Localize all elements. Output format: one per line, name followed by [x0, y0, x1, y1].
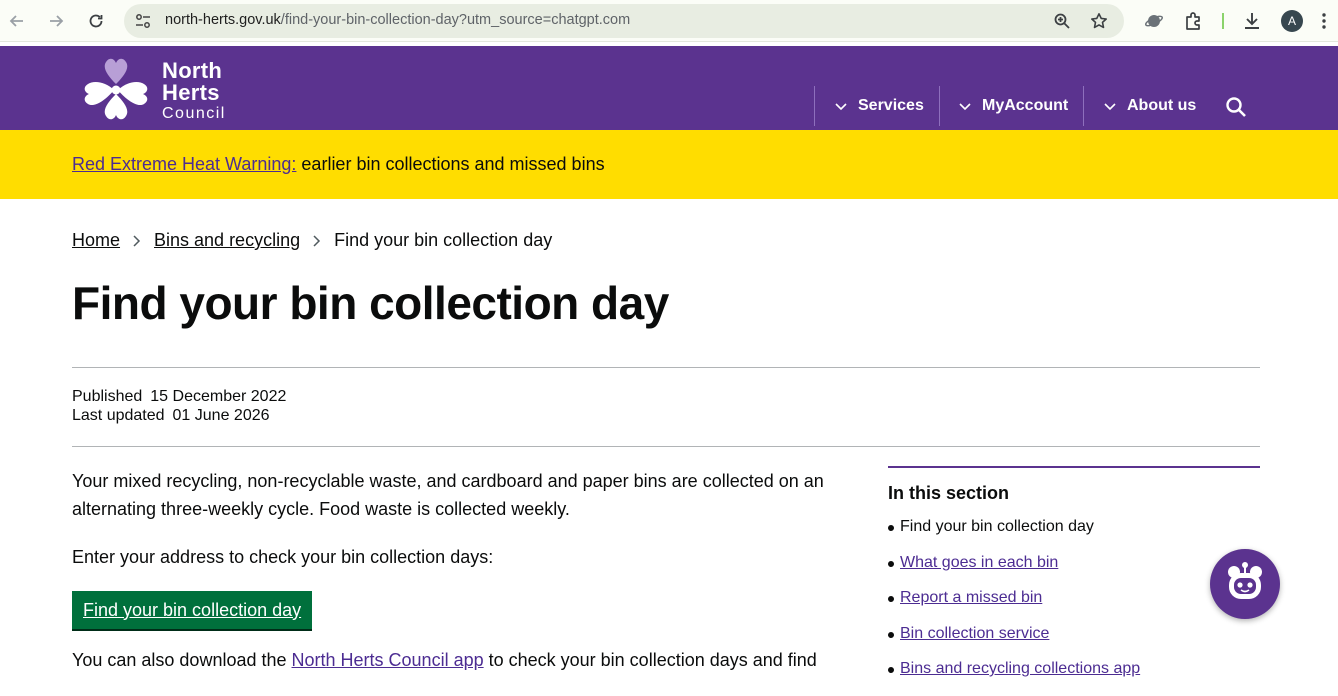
- chevron-down-icon: [1104, 103, 1116, 111]
- app-text-after: to check your bin collection days and fi…: [483, 650, 817, 670]
- breadcrumb: Home Bins and recycling Find your bin co…: [72, 230, 552, 251]
- logo-line-herts: Herts: [162, 80, 220, 105]
- side-section-list: Find your bin collection day What goes i…: [888, 518, 1140, 696]
- breadcrumb-home[interactable]: Home: [72, 230, 120, 251]
- app-text-before: You can also download the: [72, 650, 292, 670]
- zoom-icon[interactable]: [1053, 12, 1071, 30]
- nav-divider: [1083, 86, 1084, 126]
- published-info: Published 15 December 2022: [72, 388, 286, 406]
- alert-text: earlier bin collections and missed bins: [296, 154, 605, 174]
- bullet: [888, 631, 894, 638]
- side-item: Report a missed bin: [888, 589, 1140, 625]
- nav-about-us-label: About us: [1127, 97, 1197, 114]
- back-icon[interactable]: [5, 9, 29, 33]
- search-icon[interactable]: [1225, 96, 1247, 118]
- updated-date: 01 June 2026: [172, 407, 270, 424]
- logo-wordmark: North Herts Council: [162, 60, 226, 123]
- forward-icon[interactable]: [44, 9, 68, 33]
- bullet: [888, 596, 894, 602]
- url-host: north-herts.gov.uk: [165, 12, 281, 28]
- published-date: 15 December 2022: [150, 388, 287, 405]
- address-bar[interactable]: north-herts.gov.uk/find-your-bin-collect…: [124, 4, 1124, 38]
- profile-avatar[interactable]: A: [1281, 10, 1303, 32]
- alert-banner: Red Extreme Heat Warning: earlier bin co…: [0, 130, 1338, 199]
- nav-services-label: Services: [858, 97, 924, 114]
- url-text[interactable]: north-herts.gov.uk/find-your-bin-collect…: [165, 12, 630, 28]
- side-link-collections-app[interactable]: Bins and recycling collections app: [900, 660, 1140, 678]
- updated-info: Last updated 01 June 2026: [72, 407, 270, 425]
- address-prompt: Enter your address to check your bin col…: [72, 547, 494, 567]
- chevron-right-icon: [313, 234, 321, 247]
- extension-planet-icon[interactable]: [1144, 11, 1164, 31]
- url-path: /find-your-bin-collection-day?utm_source…: [280, 12, 631, 28]
- chevron-down-icon: [835, 103, 847, 111]
- avatar-letter: A: [1287, 14, 1296, 28]
- download-icon[interactable]: [1242, 11, 1262, 31]
- site-info-icon[interactable]: [134, 12, 152, 30]
- side-link-report-missed-bin[interactable]: Report a missed bin: [900, 589, 1042, 607]
- updated-label: Last updated: [72, 407, 165, 424]
- side-link-what-goes-in-each-bin[interactable]: What goes in each bin: [900, 554, 1058, 572]
- bullet: [888, 525, 894, 531]
- nav-services[interactable]: Services: [834, 86, 924, 126]
- breadcrumb-bins-recycling[interactable]: Bins and recycling: [154, 230, 300, 251]
- side-section-rule: [888, 466, 1260, 468]
- find-bin-day-button[interactable]: Find your bin collection day: [72, 591, 313, 629]
- reload-icon[interactable]: [84, 9, 108, 33]
- divider: [72, 446, 1260, 447]
- alert-message: Red Extreme Heat Warning: earlier bin co…: [72, 154, 605, 175]
- side-item-current: Find your bin collection day: [888, 518, 1140, 554]
- bullet: [888, 560, 894, 567]
- nav-myaccount-label: MyAccount: [982, 97, 1069, 114]
- site-header: North Herts Council Services MyAccount A…: [0, 46, 1338, 130]
- side-link-bin-collection-service[interactable]: Bin collection service: [900, 625, 1049, 643]
- bullet: [888, 667, 894, 673]
- breadcrumb-current: Find your bin collection day: [334, 230, 553, 250]
- browser-menu-icon[interactable]: [1322, 12, 1326, 30]
- side-item-current-label: Find your bin collection day: [900, 518, 1094, 535]
- app-paragraph: You can also download the North Herts Co…: [72, 646, 862, 674]
- clover-logo-icon: [84, 58, 148, 120]
- published-label: Published: [72, 388, 143, 405]
- chatbot-robot-icon: [1228, 562, 1262, 599]
- nav-myaccount[interactable]: MyAccount: [958, 86, 1068, 126]
- toolbar-separator: [1222, 13, 1224, 29]
- chevron-right-icon: [133, 234, 141, 247]
- side-section-title: In this section: [888, 483, 1010, 503]
- heat-warning-link[interactable]: Red Extreme Heat Warning:: [72, 154, 296, 174]
- chatbot-launcher[interactable]: [1210, 549, 1280, 619]
- logo-line-north: North: [162, 58, 223, 83]
- side-item: Bin collection service: [888, 625, 1140, 661]
- extensions-puzzle-icon[interactable]: [1184, 11, 1204, 31]
- bookmark-star-icon[interactable]: [1090, 12, 1108, 30]
- logo-line-council: Council: [162, 105, 226, 122]
- find-bin-day-button-label: Find your bin collection day: [83, 599, 302, 620]
- nav-about-us[interactable]: About us: [1103, 86, 1196, 126]
- divider: [72, 367, 1260, 368]
- council-logo[interactable]: North Herts Council: [80, 54, 240, 124]
- browser-toolbar: north-herts.gov.uk/find-your-bin-collect…: [0, 0, 1338, 42]
- side-item: Bins and recycling collections app: [888, 660, 1140, 696]
- side-item: What goes in each bin: [888, 554, 1140, 590]
- north-herts-app-link[interactable]: North Herts Council app: [292, 650, 484, 670]
- nav-divider: [814, 86, 815, 126]
- intro-paragraph: Your mixed recycling, non-recyclable was…: [72, 471, 824, 519]
- nav-divider: [939, 86, 940, 126]
- page-title: Find your bin collection day: [72, 277, 669, 329]
- chevron-down-icon: [959, 103, 971, 111]
